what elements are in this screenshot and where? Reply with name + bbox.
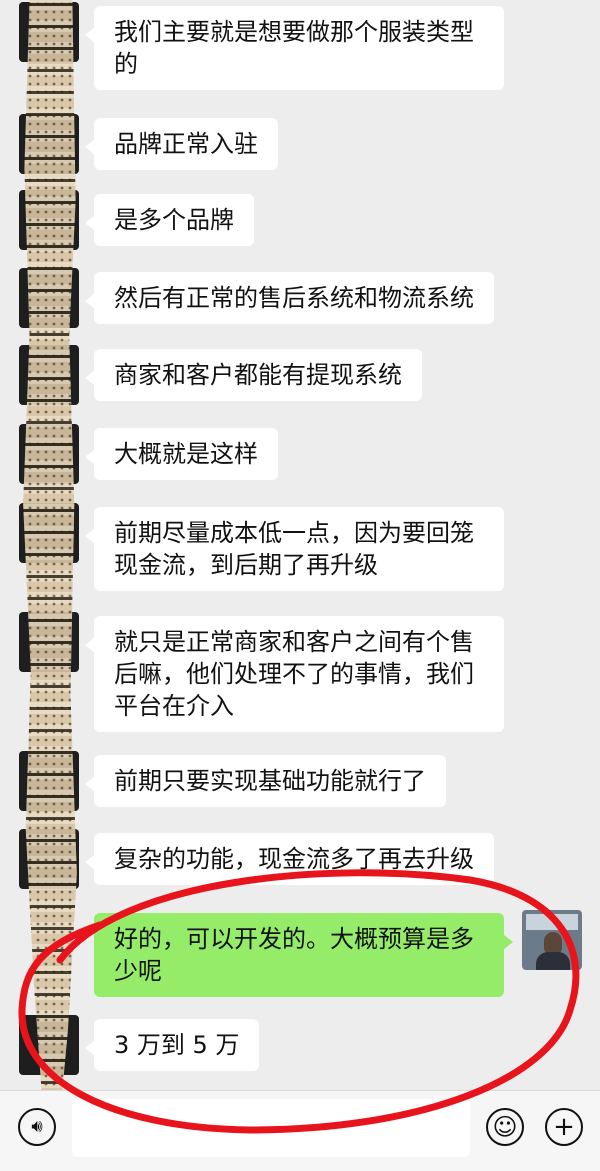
- message-bubble: 商家和客户都能有提现系统: [85, 349, 422, 401]
- message-text: 3 万到 5 万: [114, 1031, 240, 1059]
- input-bar: 🔊︎ ☺ +: [0, 1090, 600, 1171]
- message-text: 复杂的功能，现金流多了再去升级: [114, 845, 474, 873]
- privacy-mosaic-dots: [23, 0, 77, 1120]
- message-bubble: 就只是正常商家和客户之间有个售后嘛，他们处理不了的事情，我们平台在介入: [85, 616, 504, 732]
- message-text: 前期尽量成本低一点，因为要回笼现金流，到后期了再升级: [114, 519, 474, 579]
- message-bubble: 然后有正常的售后系统和物流系统: [85, 272, 494, 324]
- avatar-body: [536, 952, 570, 970]
- message-bubble: 我们主要就是想要做那个服装类型的: [85, 6, 504, 90]
- message-text: 商家和客户都能有提现系统: [114, 361, 402, 389]
- emoji-button[interactable]: ☺: [486, 1108, 524, 1146]
- message-text: 我们主要就是想要做那个服装类型的: [114, 18, 474, 78]
- message-input[interactable]: [72, 1099, 470, 1157]
- message-text: 就只是正常商家和客户之间有个售后嘛，他们处理不了的事情，我们平台在介入: [114, 628, 474, 720]
- message-text: 前期只要实现基础功能就行了: [114, 767, 426, 795]
- emoji-icon: ☺: [492, 1113, 518, 1141]
- voice-icon: 🔊︎: [31, 1116, 43, 1137]
- avatar-head: [544, 932, 562, 954]
- message-text: 好的，可以开发的。大概预算是多少呢: [114, 925, 474, 985]
- message-bubble: 大概就是这样: [85, 428, 278, 480]
- avatar-window: [526, 914, 578, 930]
- message-text: 大概就是这样: [114, 440, 258, 468]
- message-text: 品牌正常入驻: [114, 130, 258, 158]
- voice-button[interactable]: 🔊︎: [18, 1108, 56, 1146]
- message-text: 是多个品牌: [114, 206, 234, 234]
- message-bubble: 品牌正常入驻: [85, 118, 278, 170]
- message-bubble: 复杂的功能，现金流多了再去升级: [85, 833, 494, 885]
- my-message-bubble: 好的，可以开发的。大概预算是多少呢: [94, 913, 513, 997]
- message-bubble: 前期只要实现基础功能就行了: [85, 755, 446, 807]
- message-text: 然后有正常的售后系统和物流系统: [114, 284, 474, 312]
- plus-button[interactable]: +: [545, 1108, 583, 1146]
- chat-area: 我们主要就是想要做那个服装类型的 品牌正常入驻 是多个品牌 然后有正常的售后系统…: [0, 0, 600, 1120]
- message-bubble: 3 万到 5 万: [84, 1019, 260, 1071]
- plus-icon: +: [553, 1112, 575, 1142]
- message-bubble: 是多个品牌: [85, 194, 254, 246]
- my-avatar[interactable]: [522, 910, 582, 970]
- message-bubble: 前期尽量成本低一点，因为要回笼现金流，到后期了再升级: [85, 507, 504, 591]
